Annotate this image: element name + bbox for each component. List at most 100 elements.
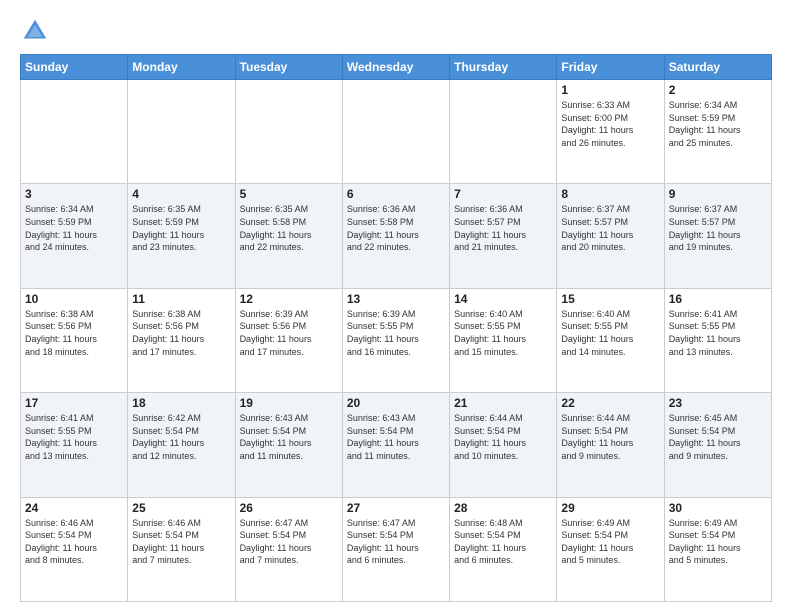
day-number: 15 — [561, 292, 659, 306]
day-info: Sunrise: 6:47 AM Sunset: 5:54 PM Dayligh… — [240, 517, 338, 567]
header — [20, 16, 772, 46]
day-number: 5 — [240, 187, 338, 201]
day-number: 4 — [132, 187, 230, 201]
day-info: Sunrise: 6:35 AM Sunset: 5:58 PM Dayligh… — [240, 203, 338, 253]
day-info: Sunrise: 6:39 AM Sunset: 5:55 PM Dayligh… — [347, 308, 445, 358]
calendar-cell: 5 Sunrise: 6:35 AM Sunset: 5:58 PM Daylig… — [235, 184, 342, 288]
day-info: Sunrise: 6:37 AM Sunset: 5:57 PM Dayligh… — [561, 203, 659, 253]
calendar-cell: 4 Sunrise: 6:35 AM Sunset: 5:59 PM Daylig… — [128, 184, 235, 288]
day-number: 26 — [240, 501, 338, 515]
day-info: Sunrise: 6:36 AM Sunset: 5:58 PM Dayligh… — [347, 203, 445, 253]
calendar-cell: 7 Sunrise: 6:36 AM Sunset: 5:57 PM Daylig… — [450, 184, 557, 288]
calendar-cell: 27 Sunrise: 6:47 AM Sunset: 5:54 PM Dayli… — [342, 497, 449, 601]
day-info: Sunrise: 6:44 AM Sunset: 5:54 PM Dayligh… — [454, 412, 552, 462]
day-info: Sunrise: 6:33 AM Sunset: 6:00 PM Dayligh… — [561, 99, 659, 149]
day-number: 6 — [347, 187, 445, 201]
day-number: 20 — [347, 396, 445, 410]
calendar-cell: 25 Sunrise: 6:46 AM Sunset: 5:54 PM Dayli… — [128, 497, 235, 601]
day-number: 7 — [454, 187, 552, 201]
calendar-cell: 14 Sunrise: 6:40 AM Sunset: 5:55 PM Dayli… — [450, 288, 557, 392]
day-info: Sunrise: 6:40 AM Sunset: 5:55 PM Dayligh… — [561, 308, 659, 358]
day-info: Sunrise: 6:41 AM Sunset: 5:55 PM Dayligh… — [669, 308, 767, 358]
calendar-cell: 18 Sunrise: 6:42 AM Sunset: 5:54 PM Dayli… — [128, 393, 235, 497]
calendar-cell: 30Sunrise: 6:49 AM Sunset: 5:54 PM Dayli… — [664, 497, 771, 601]
logo-icon — [20, 16, 50, 46]
day-number: 13 — [347, 292, 445, 306]
day-info: Sunrise: 6:38 AM Sunset: 5:56 PM Dayligh… — [25, 308, 123, 358]
calendar-cell: 26 Sunrise: 6:47 AM Sunset: 5:54 PM Dayli… — [235, 497, 342, 601]
calendar-cell — [450, 80, 557, 184]
day-header-sunday: Sunday — [21, 55, 128, 80]
day-info: Sunrise: 6:42 AM Sunset: 5:54 PM Dayligh… — [132, 412, 230, 462]
day-number: 18 — [132, 396, 230, 410]
calendar-cell — [342, 80, 449, 184]
calendar-cell: 12 Sunrise: 6:39 AM Sunset: 5:56 PM Dayli… — [235, 288, 342, 392]
day-header-friday: Friday — [557, 55, 664, 80]
calendar-cell: 9 Sunrise: 6:37 AM Sunset: 5:57 PM Daylig… — [664, 184, 771, 288]
day-header-thursday: Thursday — [450, 55, 557, 80]
day-number: 16 — [669, 292, 767, 306]
day-info: Sunrise: 6:34 AM Sunset: 5:59 PM Dayligh… — [669, 99, 767, 149]
day-number: 8 — [561, 187, 659, 201]
calendar-cell: 8 Sunrise: 6:37 AM Sunset: 5:57 PM Daylig… — [557, 184, 664, 288]
calendar-week-3: 17 Sunrise: 6:41 AM Sunset: 5:55 PM Dayli… — [21, 393, 772, 497]
calendar-cell: 16 Sunrise: 6:41 AM Sunset: 5:55 PM Dayli… — [664, 288, 771, 392]
day-info: Sunrise: 6:47 AM Sunset: 5:54 PM Dayligh… — [347, 517, 445, 567]
day-number: 25 — [132, 501, 230, 515]
day-info: Sunrise: 6:43 AM Sunset: 5:54 PM Dayligh… — [240, 412, 338, 462]
day-number: 27 — [347, 501, 445, 515]
calendar-week-2: 10 Sunrise: 6:38 AM Sunset: 5:56 PM Dayli… — [21, 288, 772, 392]
calendar-cell: 29 Sunrise: 6:49 AM Sunset: 5:54 PM Dayli… — [557, 497, 664, 601]
header-row: SundayMondayTuesdayWednesdayThursdayFrid… — [21, 55, 772, 80]
day-number: 12 — [240, 292, 338, 306]
calendar-cell: 28Sunrise: 6:48 AM Sunset: 5:54 PM Dayli… — [450, 497, 557, 601]
day-header-wednesday: Wednesday — [342, 55, 449, 80]
calendar-cell: 2 Sunrise: 6:34 AM Sunset: 5:59 PM Daylig… — [664, 80, 771, 184]
day-info: Sunrise: 6:39 AM Sunset: 5:56 PM Dayligh… — [240, 308, 338, 358]
calendar-cell: 10 Sunrise: 6:38 AM Sunset: 5:56 PM Dayli… — [21, 288, 128, 392]
day-header-saturday: Saturday — [664, 55, 771, 80]
calendar-cell — [128, 80, 235, 184]
calendar-cell — [235, 80, 342, 184]
day-number: 11 — [132, 292, 230, 306]
page: SundayMondayTuesdayWednesdayThursdayFrid… — [0, 0, 792, 612]
logo — [20, 16, 54, 46]
day-number: 24 — [25, 501, 123, 515]
day-info: Sunrise: 6:35 AM Sunset: 5:59 PM Dayligh… — [132, 203, 230, 253]
day-number: 14 — [454, 292, 552, 306]
day-info: Sunrise: 6:36 AM Sunset: 5:57 PM Dayligh… — [454, 203, 552, 253]
calendar-week-0: 1Sunrise: 6:33 AM Sunset: 6:00 PM Daylig… — [21, 80, 772, 184]
day-info: Sunrise: 6:49 AM Sunset: 5:54 PM Dayligh… — [561, 517, 659, 567]
calendar-cell: 20Sunrise: 6:43 AM Sunset: 5:54 PM Dayli… — [342, 393, 449, 497]
day-info: Sunrise: 6:46 AM Sunset: 5:54 PM Dayligh… — [25, 517, 123, 567]
day-number: 2 — [669, 83, 767, 97]
day-info: Sunrise: 6:46 AM Sunset: 5:54 PM Dayligh… — [132, 517, 230, 567]
calendar-cell: 24 Sunrise: 6:46 AM Sunset: 5:54 PM Dayli… — [21, 497, 128, 601]
calendar-week-4: 24 Sunrise: 6:46 AM Sunset: 5:54 PM Dayli… — [21, 497, 772, 601]
day-info: Sunrise: 6:38 AM Sunset: 5:56 PM Dayligh… — [132, 308, 230, 358]
day-info: Sunrise: 6:44 AM Sunset: 5:54 PM Dayligh… — [561, 412, 659, 462]
calendar-cell: 19 Sunrise: 6:43 AM Sunset: 5:54 PM Dayli… — [235, 393, 342, 497]
day-info: Sunrise: 6:45 AM Sunset: 5:54 PM Dayligh… — [669, 412, 767, 462]
calendar-cell: 6 Sunrise: 6:36 AM Sunset: 5:58 PM Daylig… — [342, 184, 449, 288]
calendar-cell: 15 Sunrise: 6:40 AM Sunset: 5:55 PM Dayli… — [557, 288, 664, 392]
day-header-tuesday: Tuesday — [235, 55, 342, 80]
day-number: 19 — [240, 396, 338, 410]
day-number: 9 — [669, 187, 767, 201]
calendar-cell: 23 Sunrise: 6:45 AM Sunset: 5:54 PM Dayli… — [664, 393, 771, 497]
calendar-cell: 11 Sunrise: 6:38 AM Sunset: 5:56 PM Dayli… — [128, 288, 235, 392]
calendar-cell: 21 Sunrise: 6:44 AM Sunset: 5:54 PM Dayli… — [450, 393, 557, 497]
day-info: Sunrise: 6:40 AM Sunset: 5:55 PM Dayligh… — [454, 308, 552, 358]
day-number: 17 — [25, 396, 123, 410]
day-number: 21 — [454, 396, 552, 410]
day-number: 10 — [25, 292, 123, 306]
day-info: Sunrise: 6:49 AM Sunset: 5:54 PM Dayligh… — [669, 517, 767, 567]
day-number: 23 — [669, 396, 767, 410]
day-number: 22 — [561, 396, 659, 410]
day-number: 29 — [561, 501, 659, 515]
calendar-week-1: 3Sunrise: 6:34 AM Sunset: 5:59 PM Daylig… — [21, 184, 772, 288]
day-info: Sunrise: 6:37 AM Sunset: 5:57 PM Dayligh… — [669, 203, 767, 253]
day-info: Sunrise: 6:41 AM Sunset: 5:55 PM Dayligh… — [25, 412, 123, 462]
calendar-cell: 13 Sunrise: 6:39 AM Sunset: 5:55 PM Dayli… — [342, 288, 449, 392]
calendar-cell: 1Sunrise: 6:33 AM Sunset: 6:00 PM Daylig… — [557, 80, 664, 184]
